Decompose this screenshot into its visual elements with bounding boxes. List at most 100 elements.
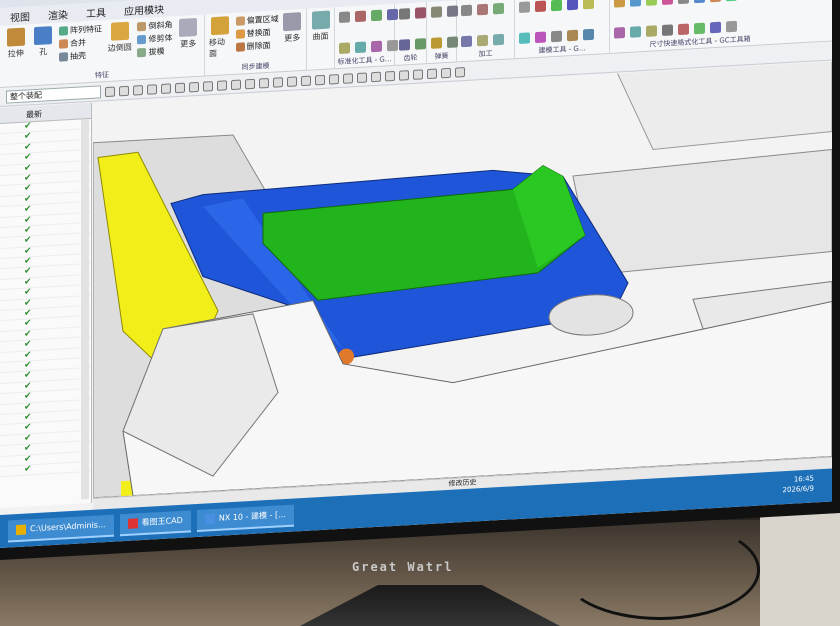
gear-icon[interactable] bbox=[399, 8, 410, 20]
tool-icon[interactable] bbox=[662, 0, 673, 5]
menu-view[interactable]: 视图 bbox=[10, 8, 30, 24]
undo-icon[interactable] bbox=[455, 66, 465, 78]
filter-icon[interactable] bbox=[105, 86, 115, 97]
tool-icon[interactable] bbox=[519, 31, 530, 44]
pattern-feature-button[interactable]: 阵列特征 bbox=[59, 23, 102, 36]
chamfer-button[interactable]: 倒斜角 bbox=[137, 19, 172, 32]
quadrant-icon[interactable] bbox=[301, 75, 311, 86]
monitor: 视图 渲染 工具 应用模块 拉伸 孔 阵列特征 合并 抽壳 边倒圆 倒斜角 修剪… bbox=[0, 0, 840, 561]
tool-icon[interactable] bbox=[355, 10, 366, 23]
center-icon[interactable] bbox=[259, 77, 269, 89]
spring-icon[interactable] bbox=[431, 36, 442, 49]
point-icon[interactable] bbox=[147, 83, 157, 95]
unite-button[interactable]: 合并 bbox=[59, 36, 102, 49]
pan-icon[interactable] bbox=[385, 70, 395, 81]
menu-tools[interactable]: 工具 bbox=[86, 4, 106, 20]
draft-button[interactable]: 拔模 bbox=[137, 45, 172, 58]
render-icon[interactable] bbox=[329, 73, 339, 85]
spring-icon[interactable] bbox=[431, 6, 442, 18]
tool-icon[interactable] bbox=[694, 22, 705, 34]
menu-render[interactable]: 渲染 bbox=[48, 6, 68, 22]
tool-icon[interactable] bbox=[551, 0, 562, 12]
check-icon: ✔ bbox=[24, 214, 32, 226]
face-icon[interactable] bbox=[189, 81, 199, 92]
zoom-icon[interactable] bbox=[357, 71, 367, 83]
measure-icon[interactable] bbox=[441, 67, 451, 78]
layer-icon[interactable] bbox=[427, 68, 437, 79]
trim-body-button[interactable]: 修剪体 bbox=[137, 32, 172, 45]
line-icon[interactable] bbox=[161, 82, 171, 94]
tool-icon[interactable] bbox=[630, 25, 641, 38]
midpoint-icon[interactable] bbox=[245, 78, 255, 89]
surface-button[interactable]: 曲面 bbox=[311, 10, 330, 71]
select-icon[interactable] bbox=[133, 84, 143, 96]
selection-scope-dropdown[interactable]: 整个装配 bbox=[6, 85, 101, 104]
delete-face-button[interactable]: 删除面 bbox=[235, 39, 279, 52]
tool-icon[interactable] bbox=[355, 41, 366, 53]
shell-button[interactable]: 抽壳 bbox=[59, 49, 102, 62]
tool-icon[interactable] bbox=[339, 41, 350, 54]
machining-icon[interactable] bbox=[477, 34, 488, 46]
tool-icon[interactable] bbox=[710, 0, 721, 3]
section-icon[interactable] bbox=[413, 68, 423, 80]
fit-icon[interactable] bbox=[399, 69, 409, 81]
tool-icon[interactable] bbox=[646, 24, 657, 37]
gear-icon[interactable] bbox=[415, 7, 426, 19]
check-icon: ✔ bbox=[24, 142, 32, 153]
endpoint-icon[interactable] bbox=[231, 79, 241, 90]
body-icon[interactable] bbox=[203, 80, 213, 92]
tool-icon[interactable] bbox=[339, 11, 350, 24]
3d-viewport[interactable] bbox=[93, 61, 832, 498]
tool-icon[interactable] bbox=[678, 0, 689, 5]
tool-icon[interactable] bbox=[614, 0, 625, 8]
tool-icon[interactable] bbox=[662, 23, 673, 36]
tool-icon[interactable] bbox=[567, 29, 578, 41]
taskbar-item-cad-viewer[interactable]: 看图王CAD bbox=[119, 509, 191, 536]
tool-icon[interactable] bbox=[726, 20, 737, 32]
navigator-rows: ✔ ✔ ✔ ✔ ✔ ✔ ✔ ✔ ✔ ✔ ✔ ✔ ✔ ✔ ✔ ✔ ✔ ✔ ✔ ✔ ✔ ✔ ✔ ✔ ✔ ✔ ✔ ✔ ✔ ✔ ✔ ✔ ✔ ✔ bbox=[0, 118, 91, 478]
tool-icon[interactable] bbox=[535, 0, 546, 13]
rotate-icon[interactable] bbox=[371, 71, 381, 82]
tool-icon[interactable] bbox=[551, 30, 562, 42]
tool-icon[interactable] bbox=[726, 0, 737, 2]
gear-icon[interactable] bbox=[399, 38, 410, 51]
tool-icon[interactable] bbox=[630, 0, 641, 7]
machining-icon[interactable] bbox=[493, 2, 504, 15]
tangent-icon[interactable] bbox=[287, 75, 297, 87]
offset-region-button[interactable]: 偏置区域 bbox=[235, 13, 279, 26]
navigator-scrollbar[interactable] bbox=[81, 119, 89, 500]
ribbon-group-machining: 加工 bbox=[457, 0, 515, 63]
system-clock[interactable]: 16:45 2026/6/9 bbox=[783, 473, 814, 495]
check-icon: ✔ bbox=[24, 391, 32, 402]
tool-icon[interactable] bbox=[371, 40, 382, 52]
tool-icon[interactable] bbox=[614, 26, 625, 39]
view-icon[interactable] bbox=[315, 74, 325, 85]
tool-icon[interactable] bbox=[583, 0, 594, 10]
tool-icon[interactable] bbox=[694, 0, 705, 4]
tool-icon[interactable] bbox=[567, 0, 578, 11]
snap-icon[interactable] bbox=[119, 85, 129, 96]
machining-icon[interactable] bbox=[461, 4, 472, 17]
check-icon: ✔ bbox=[24, 370, 32, 382]
tool-icon[interactable] bbox=[583, 28, 594, 40]
tool-icon[interactable] bbox=[710, 21, 721, 33]
tool-icon[interactable] bbox=[646, 0, 657, 6]
taskbar-item-explorer[interactable]: C:\Users\Adminis... bbox=[8, 514, 114, 543]
machining-icon[interactable] bbox=[461, 35, 472, 47]
intersection-icon[interactable] bbox=[273, 76, 283, 88]
tool-icon[interactable] bbox=[519, 1, 530, 13]
camera-icon[interactable] bbox=[343, 72, 353, 84]
menu-applications[interactable]: 应用模块 bbox=[124, 0, 164, 17]
curve-icon[interactable] bbox=[175, 82, 185, 93]
tool-icon[interactable] bbox=[535, 30, 546, 43]
tool-icon[interactable] bbox=[371, 9, 382, 22]
cad-model[interactable] bbox=[93, 61, 832, 498]
gear-icon[interactable] bbox=[415, 37, 426, 50]
machining-icon[interactable] bbox=[477, 3, 488, 16]
taskbar-item-nx[interactable]: NX 10 - 建模 - [... bbox=[196, 504, 294, 532]
grid-icon[interactable] bbox=[217, 79, 227, 91]
tool-icon[interactable] bbox=[678, 22, 689, 35]
machining-icon[interactable] bbox=[493, 33, 504, 45]
replace-face-button[interactable]: 替换面 bbox=[235, 26, 279, 39]
check-icon: ✔ bbox=[24, 308, 32, 319]
